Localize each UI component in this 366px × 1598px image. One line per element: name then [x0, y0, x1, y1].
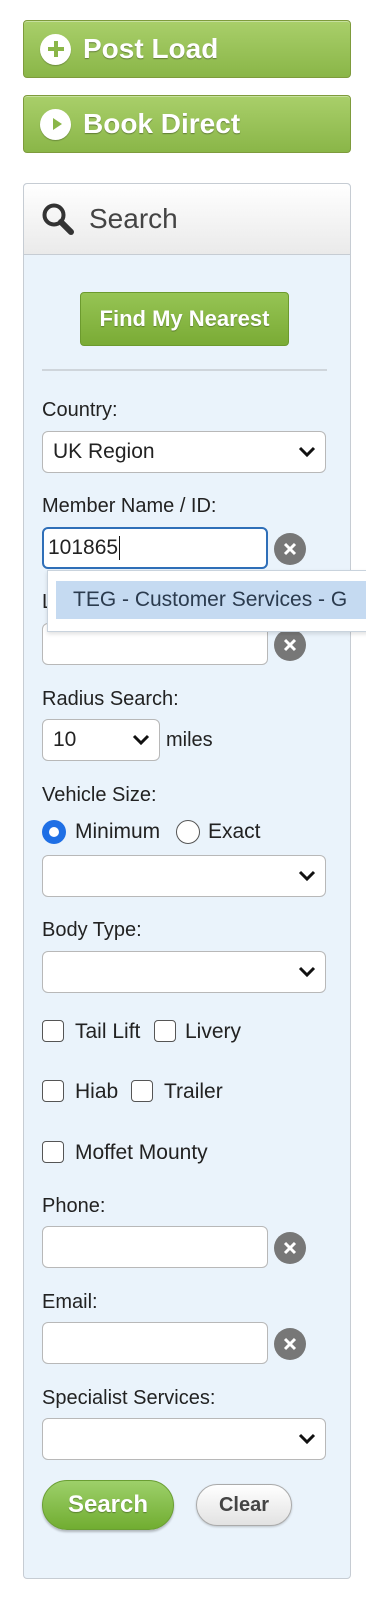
- radius-select[interactable]: 10: [42, 719, 160, 761]
- clear-member-icon[interactable]: [274, 533, 306, 565]
- radius-label: Radius Search:: [42, 688, 179, 710]
- moffet-checkbox[interactable]: [42, 1141, 64, 1163]
- email-input[interactable]: [42, 1322, 268, 1364]
- clear-location-icon[interactable]: [274, 629, 306, 661]
- radio-exact-label: Exact: [208, 820, 261, 843]
- book-direct-button[interactable]: Book Direct: [23, 95, 351, 153]
- member-input[interactable]: 101865: [42, 527, 268, 569]
- search-button-label: Search: [67, 1491, 149, 1518]
- search-button[interactable]: Search: [42, 1480, 174, 1530]
- phone-label: Phone:: [42, 1195, 106, 1217]
- radius-value: 10: [53, 728, 77, 751]
- post-load-label: Post Load: [83, 33, 219, 64]
- body-type-label: Body Type:: [42, 919, 142, 941]
- magnifier-icon: [41, 202, 75, 236]
- hiab-checkbox[interactable]: [42, 1080, 64, 1102]
- hiab-label: Hiab: [75, 1080, 119, 1103]
- find-nearest-button[interactable]: Find My Nearest: [80, 292, 289, 346]
- tail-lift-label: Tail Lift: [75, 1020, 141, 1043]
- autocomplete-dropdown: TEG - Customer Services - G: [47, 570, 366, 632]
- member-input-value: 101865: [48, 536, 119, 559]
- clear-button[interactable]: Clear: [196, 1484, 292, 1526]
- post-load-button[interactable]: Post Load: [23, 20, 351, 78]
- radio-exact[interactable]: [176, 820, 200, 844]
- specialist-select[interactable]: [42, 1418, 326, 1460]
- find-nearest-label: Find My Nearest: [99, 306, 270, 331]
- email-label: Email:: [42, 1291, 98, 1313]
- book-direct-label: Book Direct: [83, 108, 241, 139]
- plus-icon: [40, 33, 71, 65]
- search-panel: Search Find My Nearest Country: UK Regio…: [23, 183, 351, 1579]
- tail-lift-checkbox[interactable]: [42, 1020, 64, 1042]
- chevron-down-icon: [131, 731, 151, 755]
- trailer-label: Trailer: [164, 1080, 223, 1103]
- clear-phone-icon[interactable]: [274, 1232, 306, 1264]
- body-type-select[interactable]: [42, 951, 326, 993]
- country-label: Country:: [42, 399, 118, 421]
- divider: [42, 369, 327, 371]
- text-cursor: [119, 536, 121, 560]
- moffet-label: Moffet Mounty: [75, 1141, 208, 1164]
- member-label: Member Name / ID:: [42, 495, 217, 517]
- livery-label: Livery: [185, 1020, 242, 1043]
- chevron-down-icon: [297, 1430, 317, 1454]
- radio-minimum-label: Minimum: [75, 820, 161, 843]
- radio-minimum-dot: [49, 827, 59, 837]
- country-select[interactable]: UK Region: [42, 431, 326, 473]
- chevron-down-icon: [297, 443, 317, 467]
- chevron-down-icon: [297, 963, 317, 987]
- clear-button-label: Clear: [218, 1493, 270, 1516]
- livery-checkbox[interactable]: [154, 1020, 176, 1042]
- play-icon: [40, 108, 71, 140]
- autocomplete-option-label: TEG - Customer Services - G: [73, 588, 348, 611]
- radio-minimum[interactable]: [42, 820, 66, 844]
- clear-email-icon[interactable]: [274, 1328, 306, 1360]
- phone-input[interactable]: [42, 1226, 268, 1268]
- vehicle-size-select[interactable]: [42, 855, 326, 897]
- radius-unit: miles: [166, 729, 213, 751]
- specialist-label: Specialist Services:: [42, 1387, 216, 1409]
- chevron-down-icon: [297, 867, 317, 891]
- vehicle-size-label: Vehicle Size:: [42, 784, 157, 806]
- trailer-checkbox[interactable]: [131, 1080, 153, 1102]
- country-value: UK Region: [53, 440, 155, 463]
- search-panel-header: Search: [24, 184, 350, 255]
- autocomplete-option[interactable]: TEG - Customer Services - G: [56, 581, 366, 619]
- search-panel-title: Search: [89, 203, 178, 234]
